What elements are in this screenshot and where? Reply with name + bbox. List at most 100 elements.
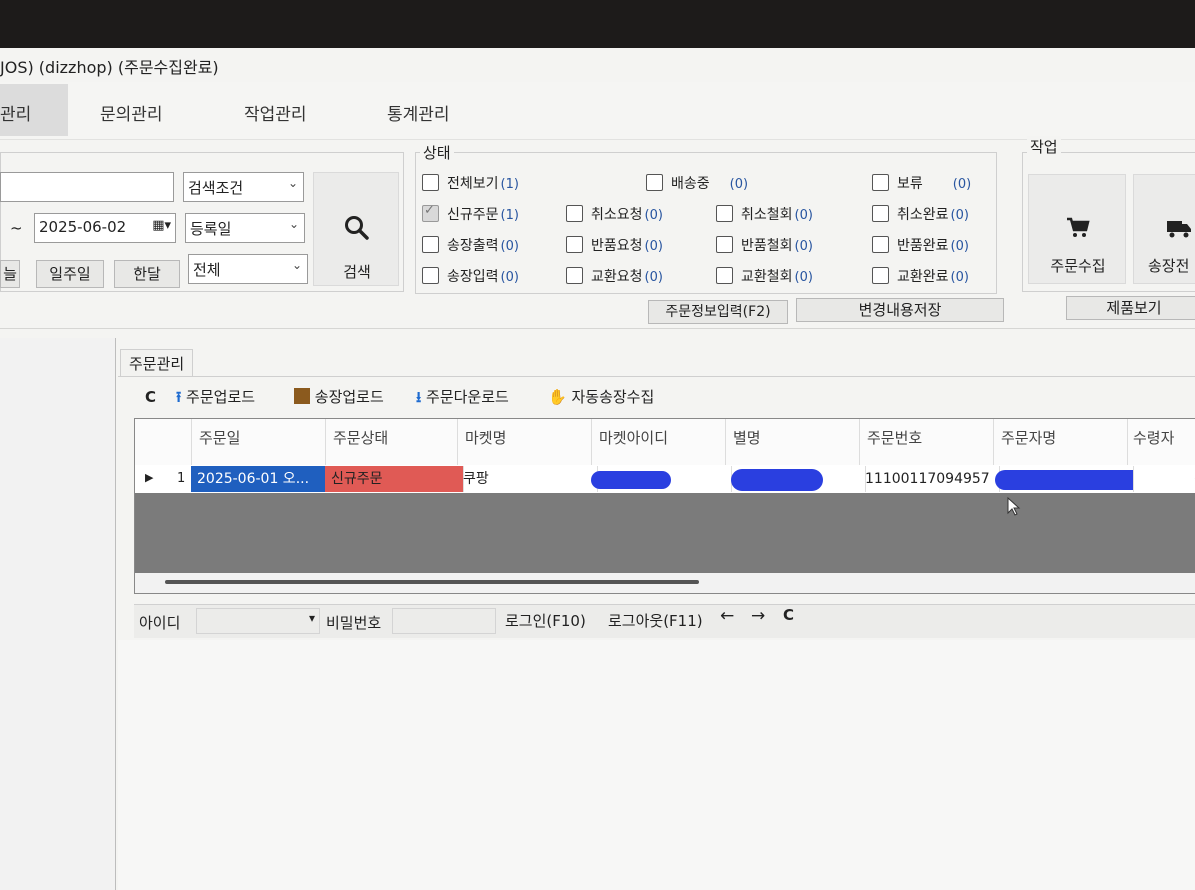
status-select[interactable]: 전체 ⌄	[188, 254, 308, 284]
status-filter-9[interactable]: 반품요청 (0)	[566, 235, 663, 255]
cell-orderer-name[interactable]	[993, 466, 1134, 492]
refresh-icon[interactable]: C	[145, 388, 156, 406]
status-filter-count: (0)	[794, 208, 813, 223]
grid-empty-area	[135, 493, 1195, 573]
reload-icon[interactable]: C	[783, 606, 794, 624]
column-separator	[993, 419, 994, 465]
column-header-1[interactable]: 주문일	[199, 427, 240, 448]
status-filter-4[interactable]: 신규주문(1)	[422, 203, 519, 224]
checkbox[interactable]	[566, 205, 583, 222]
menu-item-work[interactable]: 작업관리	[244, 100, 307, 125]
status-filter-15[interactable]: 교환완료 (0)	[872, 266, 969, 286]
checkbox[interactable]	[646, 174, 663, 191]
status-filter-count: (0)	[644, 208, 663, 223]
status-filter-2[interactable]: 배송중 (0)	[646, 173, 748, 193]
checkbox[interactable]	[566, 267, 583, 284]
truck-icon	[1167, 221, 1191, 238]
cell-market-name[interactable]: 쿠팡	[457, 466, 598, 492]
status-filter-count: (0)	[794, 270, 813, 285]
cell-receiver[interactable]: 천	[1127, 466, 1195, 492]
status-filter-13[interactable]: 교환요청 (0)	[566, 266, 663, 286]
calendar-icon[interactable]: ▦▾	[152, 218, 171, 233]
keyword-input[interactable]	[0, 172, 174, 202]
menu-item-stats[interactable]: 통계관리	[387, 100, 450, 125]
status-filter-label: 배송중	[671, 176, 710, 192]
checkbox[interactable]	[422, 203, 439, 222]
today-button[interactable]: 늘	[0, 260, 20, 288]
cell-market-id[interactable]	[591, 466, 732, 492]
order-download-button[interactable]: ⭳ 주문다운로드	[416, 386, 509, 412]
column-header-3[interactable]: 마켓명	[465, 427, 506, 448]
cell-order-number[interactable]: 11100117094957	[859, 466, 1000, 492]
status-filter-label: 교환완료	[897, 269, 949, 285]
chevron-down-icon[interactable]: ▾	[309, 611, 315, 625]
id-input[interactable]: ▾	[196, 608, 320, 634]
status-filter-6[interactable]: 취소철회 (0)	[716, 204, 813, 224]
checkbox[interactable]	[422, 267, 439, 284]
column-header-6[interactable]: 주문번호	[867, 427, 922, 448]
logout-button[interactable]: 로그아웃(F11)	[608, 610, 703, 631]
checkbox[interactable]	[422, 174, 439, 191]
status-filter-count: (1)	[500, 208, 519, 223]
status-filter-5[interactable]: 취소요청 (0)	[566, 204, 663, 224]
login-button[interactable]: 로그인(F10)	[505, 610, 586, 631]
password-label: 비밀번호	[326, 614, 382, 632]
date-to-input[interactable]: 2025-06-02 ▦▾	[34, 213, 176, 243]
invoice-upload-button[interactable]: 송장업로드	[294, 386, 384, 407]
horizontal-scrollbar[interactable]	[135, 573, 1195, 593]
invoice-transfer-button[interactable]: 송장전	[1133, 174, 1195, 284]
checkbox[interactable]	[716, 205, 733, 222]
status-filter-10[interactable]: 반품철회 (0)	[716, 235, 813, 255]
password-input[interactable]	[392, 608, 496, 634]
order-info-input-button[interactable]: 주문정보입력(F2)	[648, 300, 788, 324]
checkbox[interactable]	[716, 236, 733, 253]
menu-item-inquiry[interactable]: 문의관리	[100, 100, 163, 125]
date-type-select[interactable]: 등록일 ⌄	[185, 213, 305, 243]
invoice-upload-label: 송장업로드	[314, 388, 384, 406]
status-filter-label: 교환요청	[591, 269, 643, 285]
forward-arrow-icon[interactable]: →	[751, 606, 765, 626]
month-button[interactable]: 한달	[114, 260, 180, 288]
collect-orders-button[interactable]: 주문수집	[1028, 174, 1126, 284]
view-products-button[interactable]: 제품보기	[1066, 296, 1195, 320]
cell-nickname[interactable]	[725, 466, 866, 492]
status-filter-label: 전체보기	[447, 176, 499, 192]
back-arrow-icon[interactable]: ←	[720, 606, 734, 626]
menu-item-management[interactable]: 관리	[0, 100, 31, 125]
column-header-4[interactable]: 마켓아이디	[599, 427, 668, 448]
cart-icon	[1067, 217, 1090, 237]
auto-invoice-button[interactable]: ✋ 자동송장수집	[548, 386, 654, 407]
checkbox[interactable]	[872, 236, 889, 253]
cell-order-status[interactable]: 신규주문	[325, 466, 464, 492]
status-filter-14[interactable]: 교환철회 (0)	[716, 266, 813, 286]
status-filter-11[interactable]: 반품완료 (0)	[872, 235, 969, 255]
table-row[interactable]: ▶ 1 2025-06-01 오... 신규주문 쿠팡 111001170949…	[135, 465, 1195, 494]
save-changes-button[interactable]: 변경내용저장	[796, 298, 1004, 322]
status-filter-label: 반품철회	[741, 238, 793, 254]
cell-order-date[interactable]: 2025-06-01 오...	[191, 466, 332, 492]
checkbox[interactable]	[422, 236, 439, 253]
scrollbar-thumb[interactable]	[165, 580, 699, 584]
order-upload-label: 주문업로드	[186, 388, 256, 406]
checkbox[interactable]	[566, 236, 583, 253]
column-header-7[interactable]: 주문자명	[1001, 427, 1056, 448]
checkbox[interactable]	[872, 267, 889, 284]
column-header-8[interactable]: 수령자	[1133, 427, 1174, 448]
search-button[interactable]: 검색	[313, 172, 399, 286]
week-button[interactable]: 일주일	[36, 260, 104, 288]
column-header-5[interactable]: 별명	[733, 427, 761, 448]
status-filter-12[interactable]: 송장입력 (0)	[422, 266, 519, 286]
checkbox[interactable]	[872, 174, 889, 191]
status-filter-3[interactable]: 보류 (0)	[872, 173, 971, 193]
column-header-2[interactable]: 주문상태	[333, 427, 388, 448]
checkbox[interactable]	[872, 205, 889, 222]
checkbox[interactable]	[716, 267, 733, 284]
tab-order-management[interactable]: 주문관리	[120, 349, 194, 377]
order-upload-button[interactable]: ⭱ 주문업로드	[176, 386, 255, 412]
column-separator	[591, 419, 592, 465]
status-filter-count: (0)	[950, 239, 969, 254]
status-filter-1[interactable]: 전체보기 (1)	[422, 173, 519, 193]
search-condition-select[interactable]: 검색조건 ⌄	[183, 172, 304, 202]
status-filter-7[interactable]: 취소완료 (0)	[872, 204, 969, 224]
status-filter-8[interactable]: 송장출력 (0)	[422, 235, 519, 255]
